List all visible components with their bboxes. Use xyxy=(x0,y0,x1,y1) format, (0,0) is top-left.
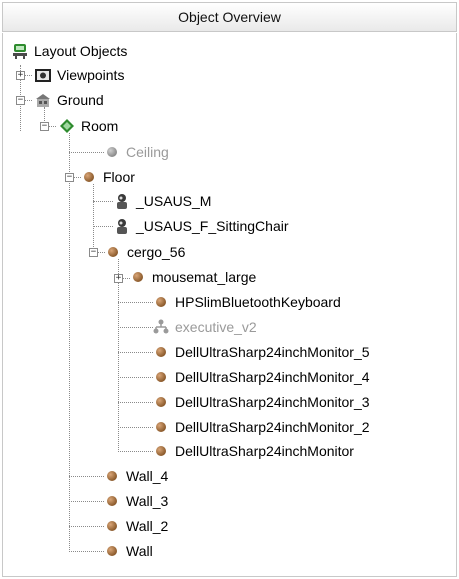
tree-node-label: DellUltraSharp24inchMonitor_2 xyxy=(175,419,370,435)
tree-node-room[interactable]: Room xyxy=(58,114,118,138)
tree-node-label: Layout Objects xyxy=(34,43,128,59)
tree-node-monitor-5[interactable]: DellUltraSharp24inchMonitor_5 xyxy=(152,340,370,364)
tree-node-executive[interactable]: executive_v2 xyxy=(152,315,257,339)
sphere-icon xyxy=(152,368,170,386)
avatar-icon xyxy=(113,192,131,210)
ground-building-icon xyxy=(34,91,52,109)
tree-node-label: executive_v2 xyxy=(175,319,257,335)
sphere-icon xyxy=(129,268,147,286)
tree-node-label: _USAUS_M xyxy=(136,193,212,209)
sphere-icon xyxy=(103,143,121,161)
tree-node-viewpoints[interactable]: Viewpoints xyxy=(34,63,124,87)
room-diamond-icon xyxy=(58,117,76,135)
tree-node-label: Ceiling xyxy=(126,144,169,160)
expand-toggle-mousemat[interactable]: + xyxy=(114,274,123,283)
tree-node-label: Floor xyxy=(103,169,135,185)
tree-node-monitor-3[interactable]: DellUltraSharp24inchMonitor_3 xyxy=(152,390,370,414)
sphere-icon xyxy=(152,418,170,436)
tree-node-label: Ground xyxy=(57,92,104,108)
tree-node-label: DellUltraSharp24inchMonitor_4 xyxy=(175,369,370,385)
sphere-icon xyxy=(80,168,98,186)
tree-node-label: Viewpoints xyxy=(57,67,125,83)
avatar-icon xyxy=(113,217,131,235)
tree-node-cergo[interactable]: cergo_56 xyxy=(104,240,185,264)
sphere-icon xyxy=(152,393,170,411)
tree-node-wall-3[interactable]: Wall_3 xyxy=(103,489,168,513)
collapse-toggle-ground[interactable]: − xyxy=(16,96,25,105)
sphere-icon xyxy=(103,492,121,510)
sphere-icon xyxy=(103,542,121,560)
tree-node-ground[interactable]: Ground xyxy=(34,88,104,112)
tree-node-label: DellUltraSharp24inchMonitor xyxy=(175,443,354,459)
tree-node-label: Wall xyxy=(126,543,153,559)
tree-node-mousemat[interactable]: mousemat_large xyxy=(129,265,256,289)
tree-node-monitor-4[interactable]: DellUltraSharp24inchMonitor_4 xyxy=(152,365,370,389)
tree-node-floor[interactable]: Floor xyxy=(80,165,135,189)
tree-node-label: Wall_2 xyxy=(126,518,169,534)
tree-node-wall[interactable]: Wall xyxy=(103,539,153,563)
tree-node-avatar-m[interactable]: _USAUS_M xyxy=(113,189,211,213)
tree-node-wall-4[interactable]: Wall_4 xyxy=(103,464,168,488)
sphere-icon xyxy=(152,442,170,460)
tree-node-wall-2[interactable]: Wall_2 xyxy=(103,514,168,538)
object-overview-panel: Object Overview Layout Objects + Viewpoi… xyxy=(0,0,459,579)
tree-node-label: Wall_4 xyxy=(126,468,169,484)
tree-node-label: cergo_56 xyxy=(127,244,186,260)
collapse-toggle-cergo[interactable]: − xyxy=(89,248,98,257)
layout-objects-icon xyxy=(11,42,29,60)
tree-node-label: _USAUS_F_SittingChair xyxy=(136,218,289,234)
expand-toggle-viewpoints[interactable]: + xyxy=(16,71,25,80)
sphere-icon xyxy=(152,343,170,361)
tree-node-label: DellUltraSharp24inchMonitor_3 xyxy=(175,394,370,410)
tree-node-label: HPSlimBluetoothKeyboard xyxy=(175,294,341,310)
object-tree[interactable]: Layout Objects + Viewpoints − Ground − R… xyxy=(2,33,457,577)
tree-node-label: Wall_3 xyxy=(126,493,169,509)
tree-node-keyboard[interactable]: HPSlimBluetoothKeyboard xyxy=(152,290,341,314)
hierarchy-icon xyxy=(152,318,170,336)
sphere-icon xyxy=(103,517,121,535)
tree-node-ceiling[interactable]: Ceiling xyxy=(103,140,169,164)
collapse-toggle-floor[interactable]: − xyxy=(65,173,74,182)
sphere-icon xyxy=(104,243,122,261)
panel-title: Object Overview xyxy=(2,2,457,32)
tree-node-layout-objects[interactable]: Layout Objects xyxy=(11,39,127,63)
tree-node-monitor-2[interactable]: DellUltraSharp24inchMonitor_2 xyxy=(152,415,370,439)
tree-node-avatar-f[interactable]: _USAUS_F_SittingChair xyxy=(113,214,289,238)
tree-node-monitor-1[interactable]: DellUltraSharp24inchMonitor xyxy=(152,439,354,463)
collapse-toggle-room[interactable]: − xyxy=(40,122,49,131)
viewpoints-camera-icon xyxy=(34,66,52,84)
tree-node-label: Room xyxy=(81,118,119,134)
tree-node-label: mousemat_large xyxy=(152,269,257,285)
sphere-icon xyxy=(152,293,170,311)
tree-node-label: DellUltraSharp24inchMonitor_5 xyxy=(175,344,370,360)
sphere-icon xyxy=(103,467,121,485)
